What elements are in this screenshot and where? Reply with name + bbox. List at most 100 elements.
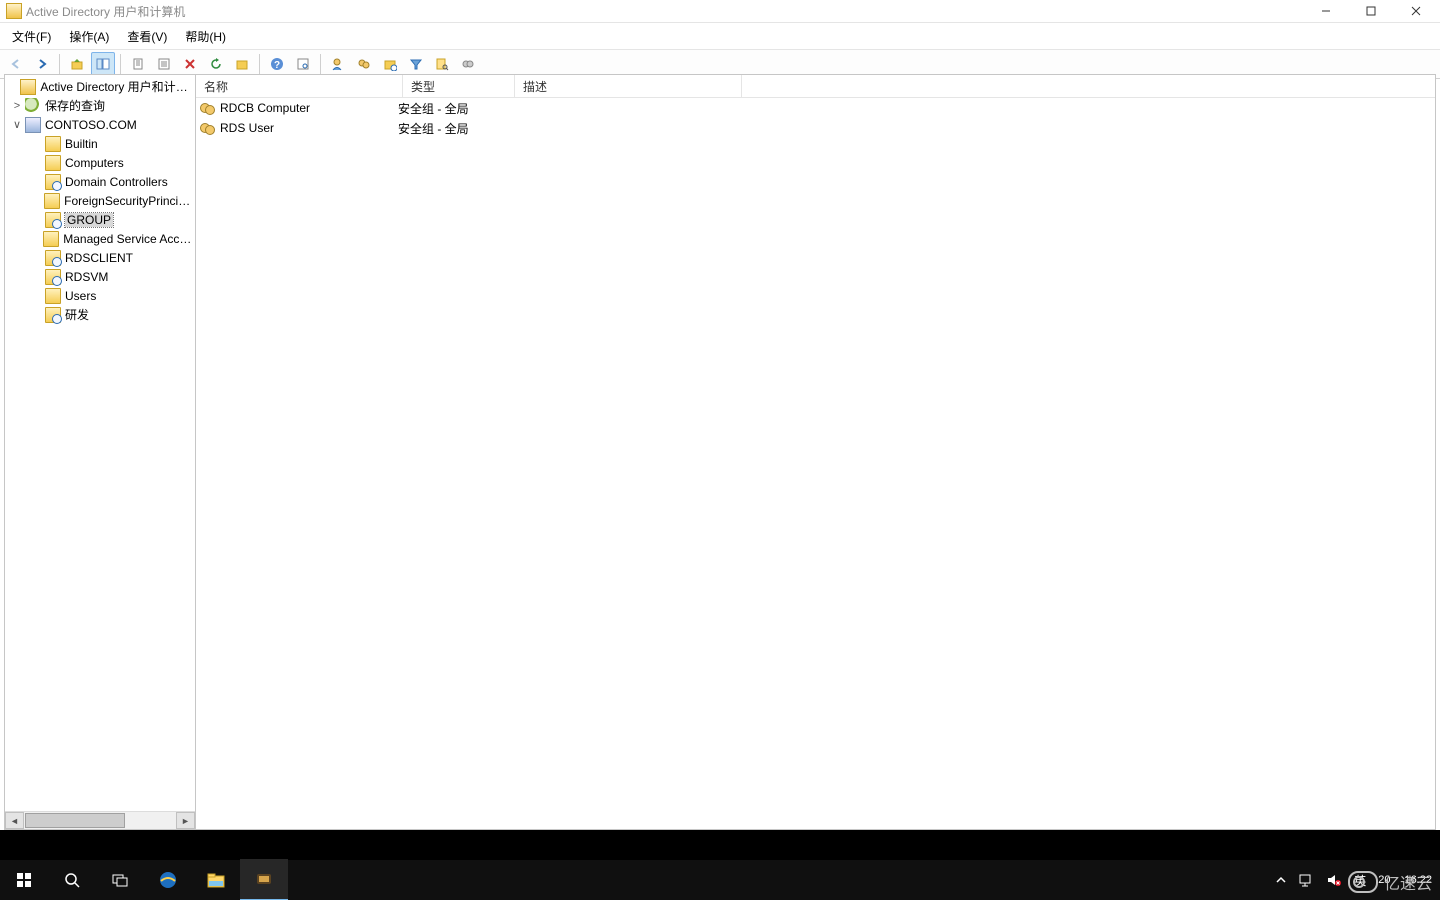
tree-saved-queries[interactable]: > 保存的查询 bbox=[5, 96, 195, 115]
scroll-thumb[interactable] bbox=[25, 813, 125, 828]
menu-file[interactable]: 文件(F) bbox=[4, 26, 59, 47]
menu-view[interactable]: 查看(V) bbox=[119, 26, 175, 47]
find-button[interactable] bbox=[291, 52, 315, 76]
app-icon bbox=[6, 3, 22, 19]
aduc-root-icon bbox=[20, 79, 36, 95]
tree-h-scrollbar[interactable]: ◄ ► bbox=[5, 811, 195, 829]
svg-text:?: ? bbox=[274, 60, 280, 71]
cell-name: RDCB Computer bbox=[220, 101, 310, 115]
ime-indicator[interactable]: 英 bbox=[1348, 860, 1372, 900]
menu-action[interactable]: 操作(A) bbox=[61, 26, 117, 47]
minimize-button[interactable] bbox=[1303, 0, 1348, 22]
cell-type: 安全组 - 全局 bbox=[398, 120, 469, 137]
properties-button[interactable] bbox=[152, 52, 176, 76]
tree-node-dc[interactable]: Domain Controllers bbox=[5, 172, 195, 191]
cell-type: 安全组 - 全局 bbox=[398, 100, 469, 117]
group-icon bbox=[200, 120, 216, 136]
tree[interactable]: Active Directory 用户和计算机 > 保存的查询 ∨ CONTOS… bbox=[5, 75, 195, 811]
folder-icon bbox=[25, 98, 41, 114]
up-button[interactable] bbox=[65, 52, 89, 76]
start-button[interactable] bbox=[0, 860, 48, 900]
ie-icon[interactable] bbox=[144, 860, 192, 900]
tray-overflow-icon[interactable] bbox=[1270, 860, 1292, 900]
forward-button[interactable] bbox=[30, 52, 54, 76]
folder-icon bbox=[44, 193, 60, 209]
help-button[interactable]: ? bbox=[265, 52, 289, 76]
search-button[interactable] bbox=[48, 860, 96, 900]
new-group-icon[interactable] bbox=[352, 52, 376, 76]
list-pane: 名称 类型 描述 RDCB Computer 安全组 - 全局RDS User安全… bbox=[196, 75, 1435, 829]
ime-indicator-2[interactable]: 20 bbox=[1372, 860, 1396, 900]
tree-root[interactable]: Active Directory 用户和计算机 bbox=[5, 77, 195, 96]
tree-node-msa[interactable]: Managed Service Accounts bbox=[5, 229, 195, 248]
tree-label: Builtin bbox=[65, 137, 98, 151]
ou-icon bbox=[45, 212, 61, 228]
tree-node-rdsvm[interactable]: RDSVM bbox=[5, 267, 195, 286]
tree-label: Computers bbox=[65, 156, 124, 170]
domain-icon bbox=[25, 117, 41, 133]
tree-label: RDSCLIENT bbox=[65, 251, 133, 265]
maximize-button[interactable] bbox=[1348, 0, 1393, 22]
delete-button[interactable] bbox=[178, 52, 202, 76]
tree-node-yanfa[interactable]: 研发 bbox=[5, 305, 195, 324]
cut-button[interactable] bbox=[126, 52, 150, 76]
tree-node-rdsclient[interactable]: RDSCLIENT bbox=[5, 248, 195, 267]
scroll-left-icon[interactable]: ◄ bbox=[5, 812, 24, 829]
group-icon bbox=[200, 100, 216, 116]
volume-icon[interactable] bbox=[1320, 860, 1348, 900]
ou-icon bbox=[45, 269, 61, 285]
ou-icon bbox=[45, 307, 61, 323]
export-button[interactable] bbox=[230, 52, 254, 76]
server-manager-icon[interactable] bbox=[240, 859, 288, 900]
add-to-group-icon[interactable] bbox=[456, 52, 480, 76]
tree-node-fsp[interactable]: ForeignSecurityPrincipals bbox=[5, 191, 195, 210]
tree-label: Managed Service Accounts bbox=[63, 232, 193, 246]
filter-icon[interactable] bbox=[404, 52, 428, 76]
tree-domain[interactable]: ∨ CONTOSO.COM bbox=[5, 115, 195, 134]
taskbar: 英 20 16:22 bbox=[0, 860, 1440, 900]
search-icon[interactable] bbox=[430, 52, 454, 76]
expand-icon[interactable]: > bbox=[9, 100, 25, 112]
title-bar: Active Directory 用户和计算机 bbox=[0, 0, 1440, 23]
new-user-icon[interactable] bbox=[326, 52, 350, 76]
tree-label: 研发 bbox=[65, 306, 89, 323]
tree-node-users[interactable]: Users bbox=[5, 286, 195, 305]
black-strip bbox=[0, 830, 1440, 860]
tree-label: Domain Controllers bbox=[65, 175, 168, 189]
network-icon[interactable] bbox=[1292, 860, 1320, 900]
folder-icon bbox=[45, 155, 61, 171]
clock[interactable]: 16:22 bbox=[1396, 874, 1440, 887]
window-title: Active Directory 用户和计算机 bbox=[26, 3, 185, 20]
list-body[interactable]: RDCB Computer 安全组 - 全局RDS User安全组 - 全局 bbox=[196, 98, 1435, 829]
tree-label: Users bbox=[65, 289, 96, 303]
folder-icon bbox=[43, 231, 59, 247]
list-item[interactable]: RDS User安全组 - 全局 bbox=[196, 118, 1435, 138]
tree-label: GROUP bbox=[65, 213, 113, 227]
show-hide-tree-button[interactable] bbox=[91, 52, 115, 76]
refresh-button[interactable] bbox=[204, 52, 228, 76]
tree-node-builtin[interactable]: Builtin bbox=[5, 134, 195, 153]
back-button[interactable] bbox=[4, 52, 28, 76]
taskview-button[interactable] bbox=[96, 860, 144, 900]
tree-label: Active Directory 用户和计算机 bbox=[40, 78, 193, 95]
explorer-icon[interactable] bbox=[192, 860, 240, 900]
new-ou-icon[interactable] bbox=[378, 52, 402, 76]
col-type[interactable]: 类型 bbox=[403, 75, 515, 97]
tree-label: 保存的查询 bbox=[45, 97, 105, 114]
close-button[interactable] bbox=[1393, 0, 1438, 22]
collapse-icon[interactable]: ∨ bbox=[9, 118, 25, 131]
col-desc[interactable]: 描述 bbox=[515, 75, 742, 97]
folder-icon bbox=[45, 136, 61, 152]
ou-icon bbox=[45, 174, 61, 190]
scroll-right-icon[interactable]: ► bbox=[176, 812, 195, 829]
tree-node-computers[interactable]: Computers bbox=[5, 153, 195, 172]
ou-icon bbox=[45, 250, 61, 266]
tree-pane: Active Directory 用户和计算机 > 保存的查询 ∨ CONTOS… bbox=[5, 75, 196, 829]
col-name[interactable]: 名称 bbox=[196, 75, 403, 97]
list-item[interactable]: RDCB Computer 安全组 - 全局 bbox=[196, 98, 1435, 118]
tree-node-group[interactable]: GROUP bbox=[5, 210, 195, 229]
clock-time: 16:22 bbox=[1404, 874, 1432, 887]
column-headers: 名称 类型 描述 bbox=[196, 75, 1435, 98]
menu-help[interactable]: 帮助(H) bbox=[177, 26, 234, 47]
tree-label: RDSVM bbox=[65, 270, 108, 284]
